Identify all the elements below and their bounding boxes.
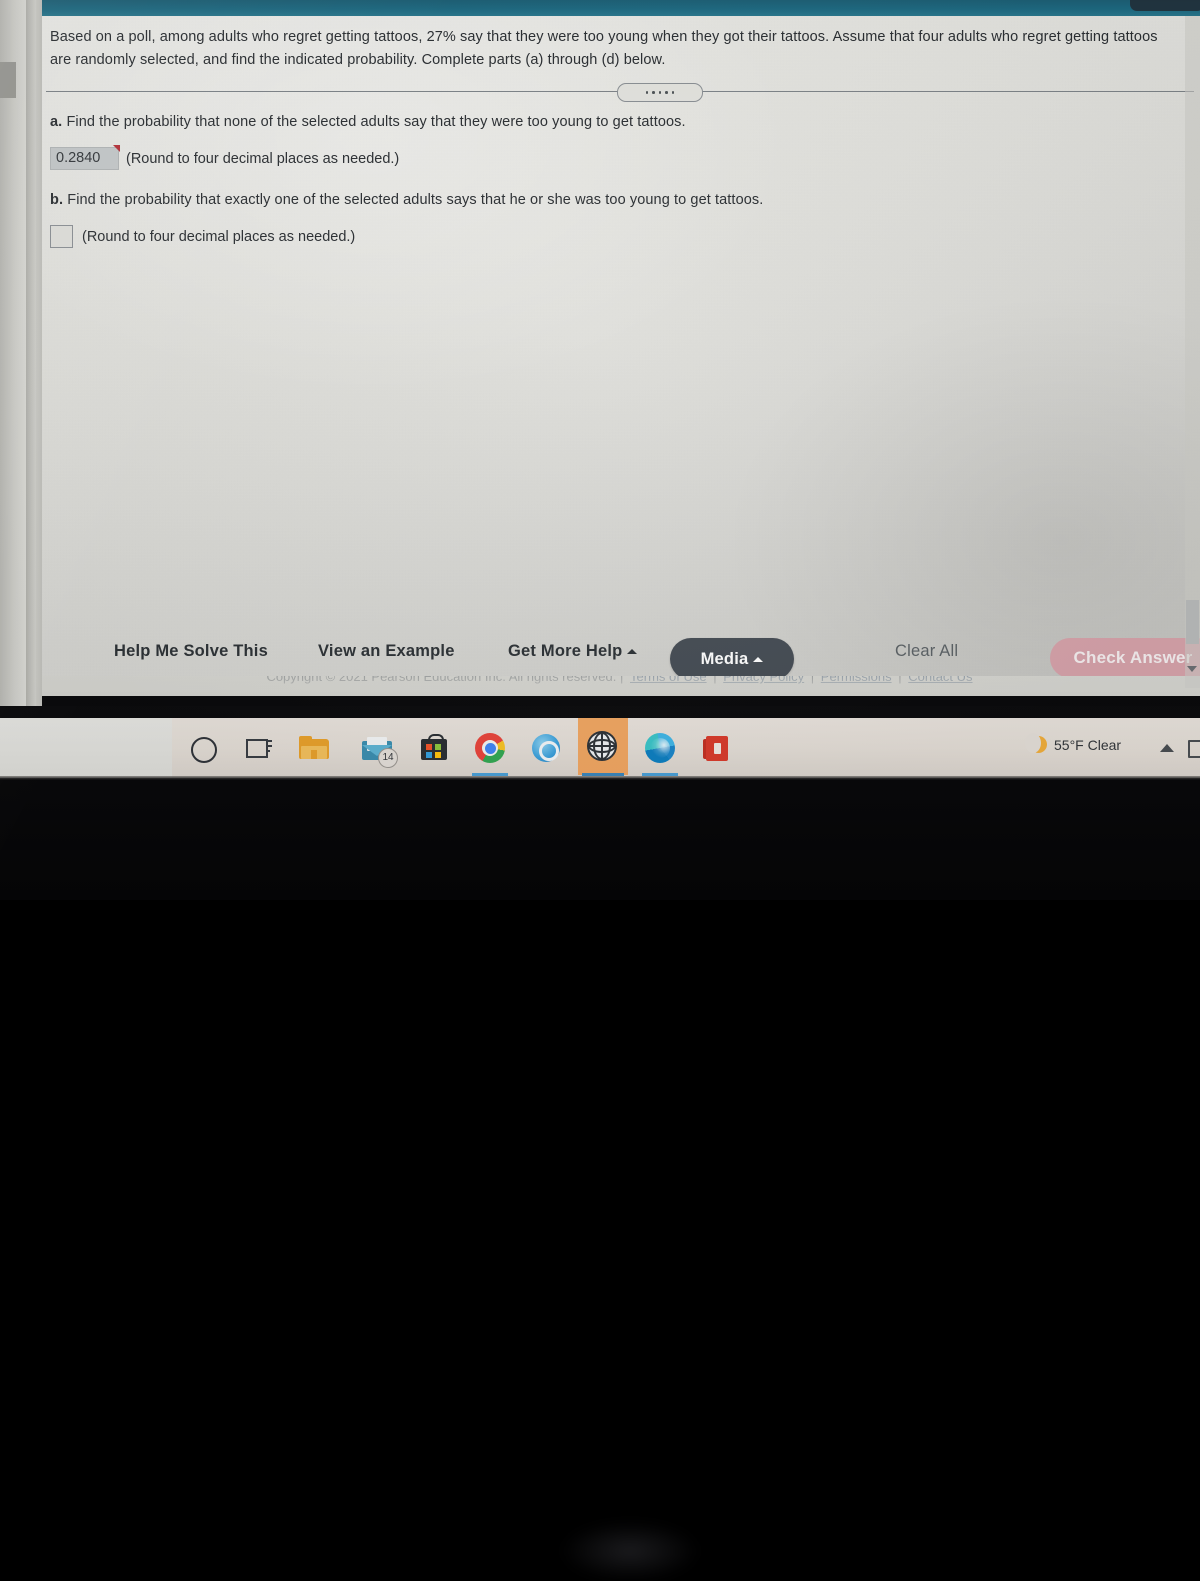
- scrollbar-thumb[interactable]: [1186, 600, 1199, 644]
- view-an-example-button[interactable]: View an Example: [318, 642, 455, 661]
- part-b-answer-row: (Round to four decimal places as needed.…: [50, 225, 355, 248]
- mail-unread-badge: 14: [378, 748, 398, 768]
- task-view-bar: [266, 750, 270, 752]
- incorrect-flag-icon: [113, 145, 120, 152]
- desk-reflection: [560, 1521, 700, 1581]
- part-a-answer-row: 0.2840 (Round to four decimal places as …: [50, 145, 400, 170]
- contact-us-link[interactable]: Contact Us: [908, 676, 972, 684]
- monitor-bezel-left: [0, 0, 42, 733]
- homework-page: Based on a poll, among adults who regret…: [42, 16, 1200, 688]
- browser-tab[interactable]: [1130, 0, 1200, 11]
- microsoft-store-icon[interactable]: [418, 732, 450, 764]
- footer-separator: |: [713, 676, 717, 684]
- part-a-text: Find the probability that none of the se…: [66, 114, 686, 130]
- office-icon[interactable]: [700, 732, 732, 764]
- footer-separator: |: [898, 676, 902, 684]
- caret-up-icon: [627, 649, 638, 654]
- globe-icon[interactable]: [586, 730, 618, 762]
- dot: [658, 91, 662, 94]
- footer-separator: |: [620, 676, 624, 684]
- office-cutout: [714, 743, 721, 754]
- store-quadrant: [435, 744, 441, 750]
- task-view-bar: [266, 740, 272, 742]
- taskbar-shadow: [0, 776, 1200, 780]
- crescent-moon-icon: [1025, 733, 1047, 753]
- part-b-text: Find the probability that exactly one of…: [67, 192, 764, 208]
- bag-body: [421, 739, 447, 760]
- page-scrollbar[interactable]: [1185, 16, 1200, 688]
- part-a-answer-hint: (Round to four decimal places as needed.…: [126, 150, 400, 167]
- dots-pill-icon[interactable]: [617, 83, 703, 102]
- part-a-answer-value: 0.2840: [56, 150, 101, 166]
- mail-icon[interactable]: 14: [360, 732, 398, 768]
- media-button[interactable]: Media: [670, 638, 794, 680]
- weather-text: 55°F Clear: [1054, 736, 1122, 753]
- dot: [665, 91, 668, 94]
- part-a-prompt: a. Find the probability that none of the…: [50, 112, 1170, 133]
- caret-up-icon: [753, 656, 764, 662]
- taskbar-left-strip: [0, 718, 172, 778]
- tray-icon[interactable]: [1188, 740, 1200, 758]
- store-quadrant: [435, 752, 441, 758]
- terms-of-use-link[interactable]: Terms of Use: [630, 676, 707, 684]
- bezel-inner-edge: [26, 0, 36, 733]
- dot: [671, 91, 675, 94]
- bezel-notch: [0, 62, 16, 98]
- dot: [645, 91, 649, 94]
- chrome-center: [484, 742, 496, 754]
- moon-cutout: [1025, 733, 1041, 753]
- blue-app-ring: [539, 741, 559, 761]
- part-b-answer-hint: (Round to four decimal places as needed.…: [82, 228, 356, 245]
- page-footer: Copyright © 2021 Pearson Education Inc. …: [42, 676, 1200, 696]
- dot: [652, 91, 655, 94]
- get-more-help-label: Get More Help: [508, 642, 623, 660]
- file-explorer-icon[interactable]: [298, 732, 330, 764]
- part-a-answer-input[interactable]: 0.2840: [50, 145, 120, 170]
- browser-chrome-bar: [42, 0, 1200, 16]
- part-b-answer-input[interactable]: [50, 225, 73, 248]
- blue-app-icon[interactable]: [530, 732, 562, 764]
- privacy-policy-link[interactable]: Privacy Policy: [723, 676, 804, 684]
- monitor-photo: Based on a poll, among adults who regret…: [0, 0, 1200, 1581]
- taskbar-weather-widget[interactable]: 55°F Clear: [1025, 733, 1122, 753]
- footer-text: Copyright © 2021 Pearson Education Inc. …: [42, 676, 1200, 684]
- help-me-solve-this-button[interactable]: Help Me Solve This: [114, 642, 268, 661]
- cortana-icon[interactable]: [186, 732, 218, 764]
- folder-slot: [311, 750, 317, 759]
- task-view-box: [246, 739, 268, 758]
- cortana-ring: [191, 737, 217, 763]
- check-answer-button[interactable]: Check Answer: [1050, 638, 1200, 678]
- footer-copyright: Copyright © 2021 Pearson Education Inc. …: [266, 676, 617, 684]
- store-quadrant: [426, 744, 432, 750]
- part-b-prompt: b. Find the probability that exactly one…: [50, 190, 1170, 211]
- part-a-label: a.: [50, 114, 63, 130]
- windows-taskbar: 14 55°F Clear: [0, 718, 1200, 778]
- store-quadrant: [426, 752, 432, 758]
- task-view-bar: [266, 745, 272, 747]
- problem-statement: Based on a poll, among adults who regret…: [50, 29, 1158, 68]
- footer-separator: |: [810, 676, 815, 684]
- chevron-up-icon[interactable]: [1160, 744, 1174, 752]
- get-more-help-button[interactable]: Get More Help: [508, 642, 638, 661]
- media-label: Media: [700, 649, 749, 668]
- clear-all-button[interactable]: Clear All: [895, 642, 958, 661]
- edge-icon[interactable]: [644, 732, 676, 764]
- scroll-down-arrow-icon[interactable]: [1187, 666, 1197, 672]
- permissions-link[interactable]: Permissions: [821, 676, 892, 684]
- globe-ellipse: [588, 739, 616, 753]
- part-b-label: b.: [50, 192, 64, 208]
- chrome-icon[interactable]: [474, 732, 506, 764]
- section-divider: [46, 80, 1194, 104]
- edge-swoosh: [650, 738, 670, 758]
- task-view-icon[interactable]: [242, 732, 274, 764]
